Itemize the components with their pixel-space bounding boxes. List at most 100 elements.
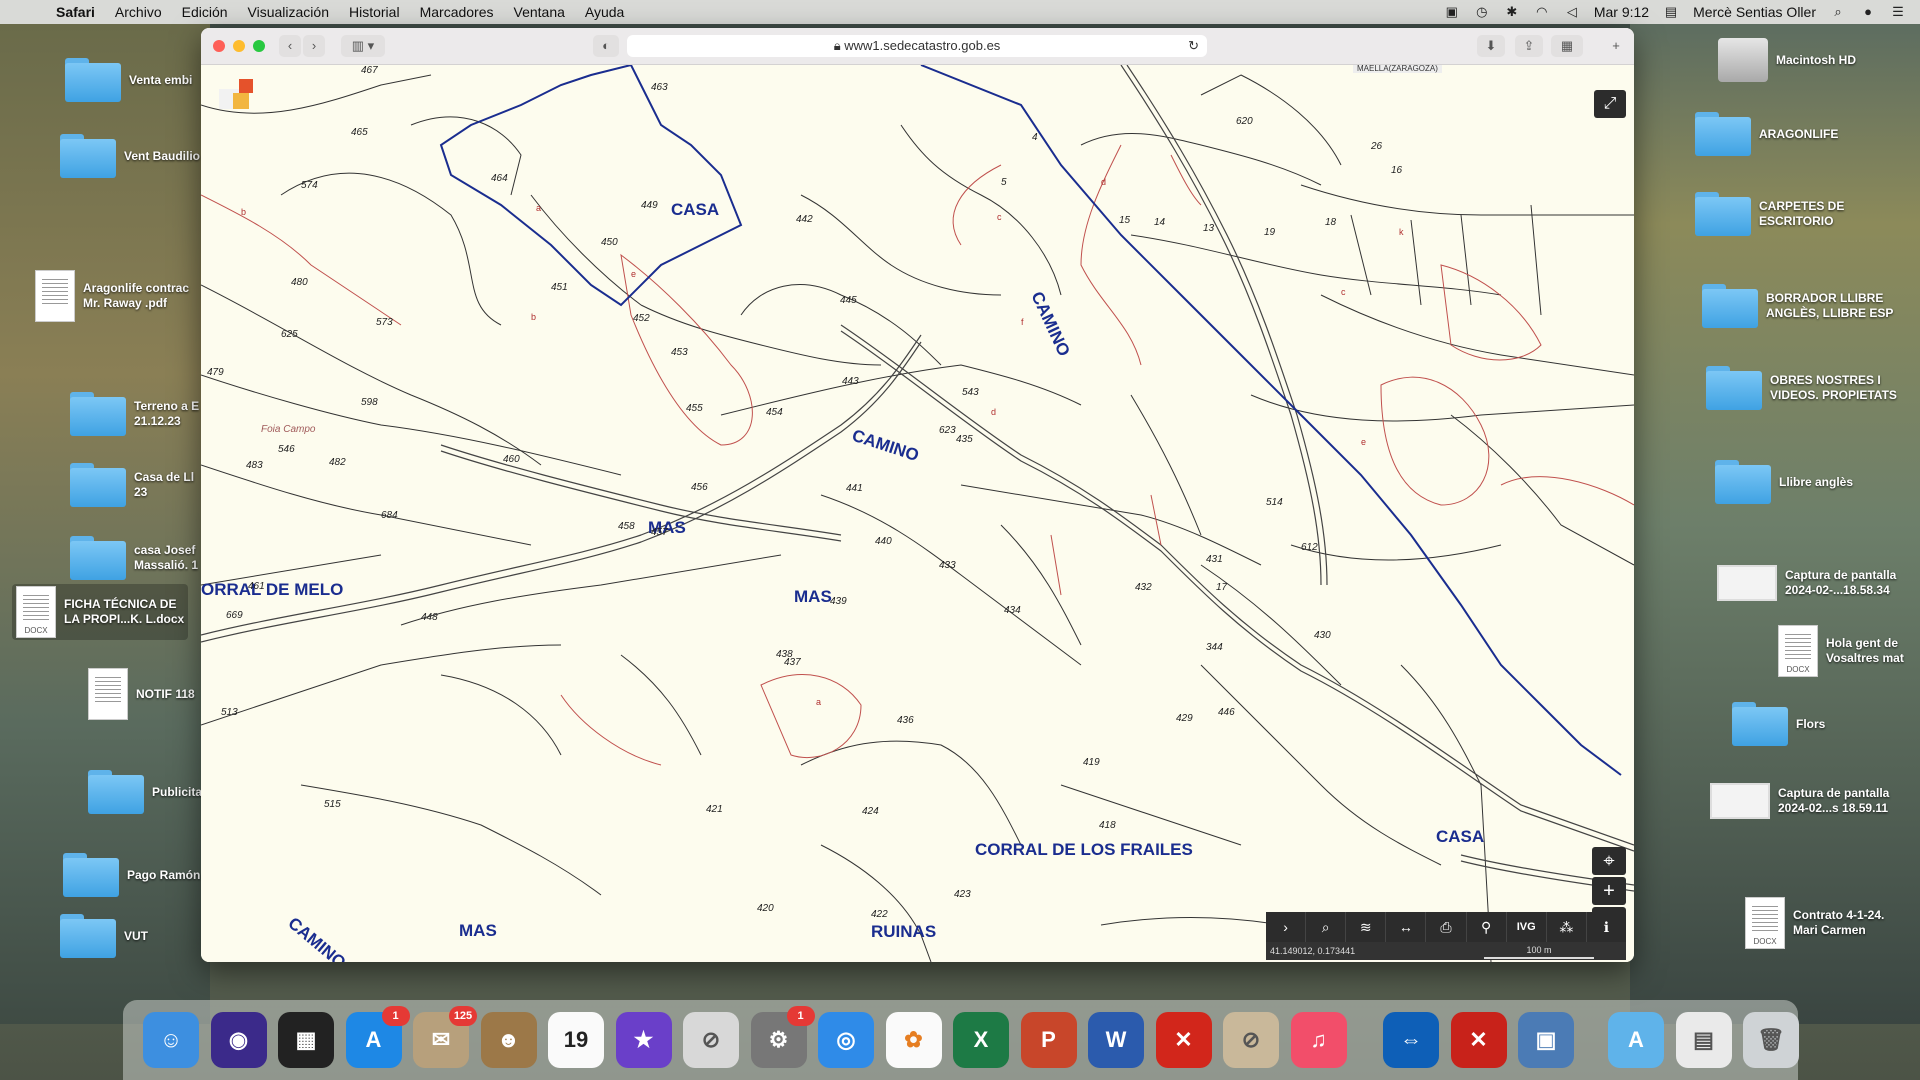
dock-safari-icon[interactable]: ◎ — [818, 1012, 874, 1068]
time-machine-icon[interactable]: ◷ — [1474, 5, 1490, 19]
parcel-number[interactable]: 443 — [842, 376, 859, 387]
dock-imovie-icon[interactable]: ★ — [615, 1012, 672, 1068]
minimize-window-button[interactable] — [233, 40, 245, 52]
dock-siri-icon[interactable]: ◉ — [210, 1012, 267, 1068]
desktop-item-flors[interactable]: Flors — [1732, 702, 1825, 746]
forward-button[interactable]: › — [303, 35, 325, 57]
parcel-number[interactable]: 421 — [706, 804, 723, 815]
parcel-number[interactable]: 467 — [361, 65, 378, 76]
measure-icon[interactable]: ↔ — [1386, 912, 1427, 942]
dock-system-preferences-icon[interactable]: ⚙ 1 — [750, 1006, 815, 1068]
parcel-number[interactable]: 453 — [671, 347, 688, 358]
wifi-icon[interactable]: ◠ — [1534, 5, 1550, 19]
parcel-number[interactable]: 449 — [641, 200, 658, 211]
cadastre-map[interactable]: CASA CAMINO CAMINO MAS MAS ORRAL DE MELO… — [201, 65, 1634, 962]
desktop-item-captura-2[interactable]: Captura de pantalla 2024-02...s 18.59.11 — [1710, 783, 1889, 819]
dock-calendar-icon[interactable]: 19 — [548, 1012, 604, 1068]
desktop-item-terreno[interactable]: Terreno a E 21.12.23 — [70, 392, 199, 436]
desktop-item-hola-gent[interactable]: DOCX Hola gent de Vosaltres mat — [1778, 625, 1904, 677]
privacy-shield-icon[interactable]: ◐ — [593, 35, 619, 57]
desktop-item-publicita[interactable]: Publicita — [88, 770, 202, 814]
parcel-number[interactable]: 479 — [207, 367, 224, 378]
parcel-number[interactable]: 18 — [1325, 217, 1337, 228]
dock-blocked-app-icon[interactable]: ⊘ — [683, 1012, 739, 1068]
parcel-number[interactable]: 451 — [551, 282, 568, 293]
volume-icon[interactable]: ◁ — [1564, 5, 1580, 19]
dock-blocked-app-2-icon[interactable]: ⊘ — [1223, 1012, 1279, 1068]
parcel-number[interactable]: 612 — [1301, 542, 1318, 553]
dock-applications-folder-icon[interactable]: A — [1608, 1012, 1664, 1068]
dock-mail-icon[interactable]: ✉ 125 — [413, 1006, 477, 1068]
info-icon[interactable]: ℹ — [1587, 912, 1626, 942]
menu-app-name[interactable]: Safari — [56, 4, 95, 20]
parcel-number[interactable]: 574 — [301, 180, 318, 191]
close-window-button[interactable] — [213, 40, 225, 52]
parcel-number[interactable]: 513 — [221, 707, 238, 718]
parcel-number[interactable]: 455 — [686, 403, 703, 414]
parcel-number[interactable]: 463 — [651, 82, 668, 93]
menu-marcadores[interactable]: Marcadores — [420, 4, 494, 20]
parcel-number[interactable]: 4 — [1032, 132, 1038, 143]
back-button[interactable]: ‹ — [279, 35, 301, 57]
pin-icon[interactable]: ⚲ — [1467, 912, 1507, 942]
parcel-number[interactable]: 623 — [939, 425, 956, 436]
dock-downloads-stack-icon[interactable]: ▤ — [1675, 1012, 1732, 1068]
parcel-number[interactable]: 482 — [329, 457, 346, 468]
parcel-number[interactable]: 514 — [1266, 497, 1283, 508]
desktop-item-contrato[interactable]: DOCX Contrato 4-1-24. Mari Carmen — [1745, 897, 1884, 949]
parcel-number[interactable]: 460 — [503, 454, 520, 465]
locate-button[interactable]: ⌖ — [1592, 847, 1626, 875]
desktop-item-captura-1[interactable]: Captura de pantalla 2024-02-...18.58.34 — [1717, 565, 1896, 601]
parcel-number[interactable]: 598 — [361, 397, 378, 408]
share-icon[interactable]: ⇪ — [1515, 35, 1543, 57]
parcel-number[interactable]: 461 — [248, 581, 265, 592]
parcel-number[interactable]: 432 — [1135, 582, 1152, 593]
parcel-number[interactable]: 669 — [226, 610, 243, 621]
parcel-number[interactable]: 344 — [1206, 642, 1223, 653]
parcel-number[interactable]: 422 — [871, 909, 888, 920]
dock-teamviewer-icon[interactable]: ⇔ — [1383, 1012, 1439, 1068]
spotlight-icon[interactable]: ⌕ — [1830, 5, 1846, 19]
parcel-number[interactable]: 546 — [278, 444, 295, 455]
parcel-number[interactable]: 418 — [1099, 820, 1116, 831]
desktop-item-carpetes[interactable]: CARPETES DE ESCRITORIO — [1695, 192, 1844, 236]
menu-edicion[interactable]: Edición — [182, 4, 228, 20]
parcel-number[interactable]: 483 — [246, 460, 263, 471]
desktop-item-macintosh-hd[interactable]: Macintosh HD — [1718, 38, 1856, 82]
parcel-number[interactable]: 431 — [1206, 554, 1223, 565]
parcel-number[interactable]: 620 — [1236, 116, 1253, 127]
dock-acrobat-reader-icon[interactable]: ✕ — [1450, 1012, 1507, 1068]
parcel-number[interactable]: 456 — [691, 482, 708, 493]
map-canvas[interactable]: CASA CAMINO CAMINO MAS MAS ORRAL DE MELO… — [201, 65, 1634, 962]
user-card-icon[interactable]: ▤ — [1663, 5, 1679, 19]
zoom-window-button[interactable] — [253, 40, 265, 52]
dock-acrobat-icon[interactable]: ✕ — [1155, 1012, 1212, 1068]
desktop-item-casa-de-ll[interactable]: Casa de Ll 23 — [70, 463, 194, 507]
parcel-number[interactable]: 420 — [757, 903, 774, 914]
desktop-item-vut[interactable]: VUT — [60, 914, 148, 958]
parcel-number[interactable]: 19 — [1264, 227, 1276, 238]
expand-toolbar-icon[interactable]: › — [1266, 912, 1307, 942]
parcel-number[interactable]: 573 — [376, 317, 393, 328]
parcel-number[interactable]: 429 — [1176, 713, 1193, 724]
parcel-number[interactable]: 419 — [1083, 757, 1100, 768]
parcel-number[interactable]: 14 — [1154, 217, 1166, 228]
parcel-number[interactable]: 436 — [897, 715, 914, 726]
dock-word-icon[interactable]: W — [1088, 1012, 1144, 1068]
dock-trash-icon[interactable]: 🗑 — [1743, 1012, 1799, 1068]
screen-icon[interactable]: ▣ — [1444, 5, 1460, 19]
menu-user[interactable]: Mercè Sentias Oller — [1693, 4, 1816, 20]
parcel-number[interactable]: 684 — [381, 510, 398, 521]
parcel-number[interactable]: 13 — [1203, 223, 1215, 234]
parcel-number[interactable]: 17 — [1216, 582, 1228, 593]
dock-preview-icon[interactable]: ▣ — [1518, 1012, 1574, 1068]
dock-excel-icon[interactable]: X — [953, 1012, 1009, 1068]
parcel-number[interactable]: 439 — [830, 596, 847, 607]
menu-visualizacion[interactable]: Visualización — [248, 4, 329, 20]
desktop-item-pago-ramon[interactable]: Pago Ramón — [63, 853, 200, 897]
dock-photos-icon[interactable]: ✿ — [885, 1012, 942, 1068]
parcel-number[interactable]: 454 — [766, 407, 783, 418]
parcel-number[interactable]: 441 — [846, 483, 863, 494]
tab-overview-icon[interactable]: ▦ — [1551, 35, 1583, 57]
parcel-number[interactable]: 26 — [1370, 141, 1383, 152]
